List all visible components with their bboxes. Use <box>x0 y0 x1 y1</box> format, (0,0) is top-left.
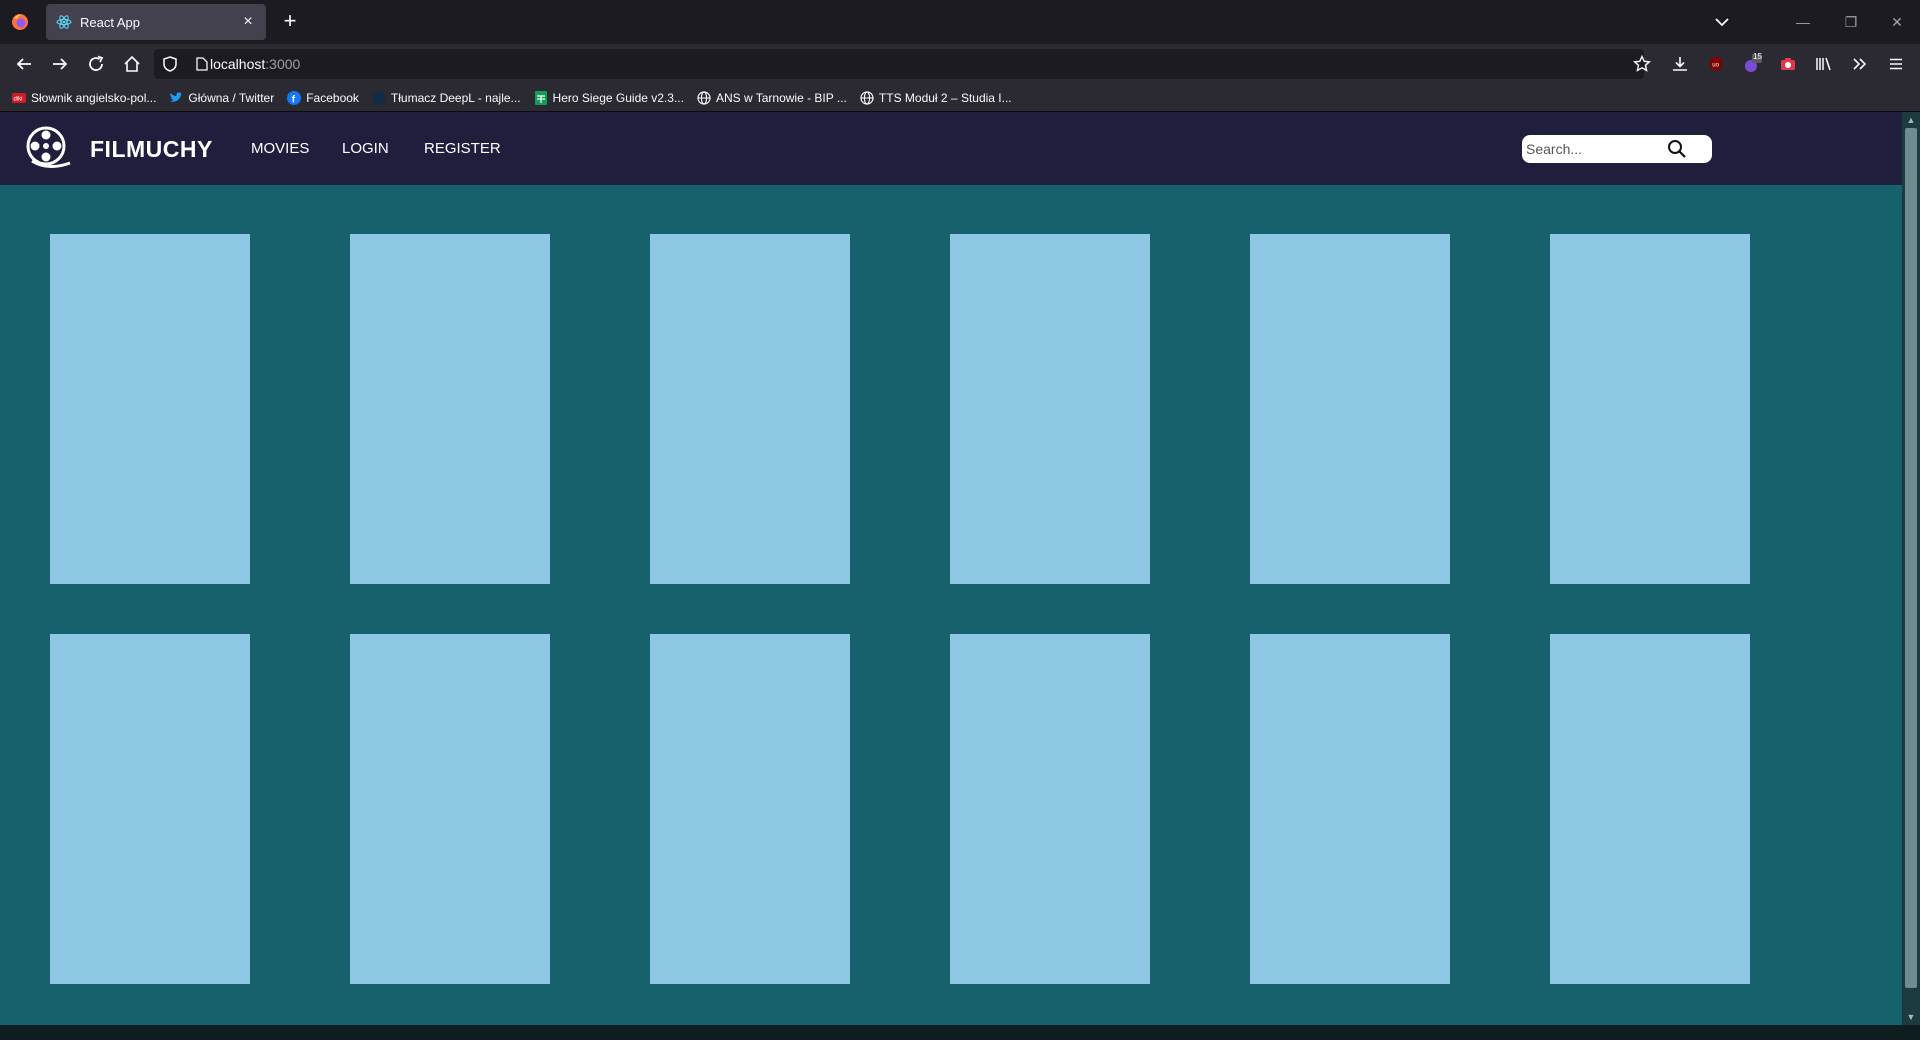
bookmark-label: Facebook <box>306 90 359 105</box>
close-window-button[interactable]: ✕ <box>1882 10 1912 34</box>
bookmark-item[interactable]: Hero Siege Guide v2.3... <box>534 90 684 105</box>
svg-text:uo: uo <box>1712 63 1719 69</box>
library-icon <box>1816 57 1831 71</box>
scroll-up-icon[interactable]: ▲ <box>1906 115 1916 125</box>
library-button[interactable] <box>1812 52 1836 76</box>
movie-card[interactable] <box>1250 634 1450 984</box>
sheets-icon <box>534 90 548 105</box>
bookmark-label: ANS w Tarnowie - BIP ... <box>715 90 847 105</box>
nav-login[interactable]: LOGIN <box>342 140 389 157</box>
deepl-icon <box>372 90 386 105</box>
react-icon <box>56 14 72 30</box>
page-icon[interactable] <box>196 57 208 71</box>
page-footer-strip <box>0 1025 1920 1040</box>
browser-navigation-bar: localhost:3000 uo 15 <box>0 44 1920 84</box>
nav-register[interactable]: REGISTER <box>424 140 501 157</box>
bookmark-item[interactable]: f Facebook <box>287 90 359 105</box>
arrow-left-icon <box>16 58 31 70</box>
twitter-icon <box>169 91 183 105</box>
film-reel-icon[interactable] <box>24 125 72 173</box>
screenshot-extension[interactable] <box>1776 52 1800 76</box>
star-icon <box>1633 55 1651 72</box>
movie-card[interactable] <box>1550 634 1750 984</box>
ublock-extension[interactable]: uo <box>1704 52 1728 76</box>
vertical-scrollbar[interactable]: ▲ ▼ <box>1902 112 1920 1025</box>
bookmark-item[interactable]: Główna / Twitter <box>169 91 274 105</box>
movie-card[interactable] <box>950 634 1150 984</box>
chevron-down-icon[interactable] <box>1710 12 1734 32</box>
facebook-icon: f <box>287 90 302 105</box>
movie-card[interactable] <box>50 634 250 984</box>
movie-card[interactable] <box>650 634 850 984</box>
shield-icon[interactable] <box>162 56 178 72</box>
forward-button[interactable] <box>48 52 72 76</box>
bookmarks-toolbar: diki Słownik angielsko-pol... Główna / T… <box>0 84 1920 112</box>
bookmark-label: Tłumacz DeepL - najle... <box>390 90 521 105</box>
url-port: :3000 <box>265 56 301 72</box>
page-viewport: FILMUCHY MOVIES LOGIN REGISTER ▲ ▼ <box>0 112 1920 1040</box>
bookmark-label: Główna / Twitter <box>188 90 275 105</box>
movie-card[interactable] <box>1550 234 1750 584</box>
movie-card[interactable] <box>650 234 850 584</box>
restore-button[interactable]: ❐ <box>1836 10 1866 34</box>
new-tab-button[interactable]: + <box>278 10 302 34</box>
svg-text:diki: diki <box>14 96 23 102</box>
bookmark-star-button[interactable] <box>1630 52 1654 76</box>
ublock-icon: uo <box>1710 57 1722 71</box>
bookmark-label: TTS Moduł 2 – Studia I... <box>878 90 1012 105</box>
close-tab-icon[interactable]: × <box>240 14 256 30</box>
home-icon <box>124 55 140 72</box>
diki-icon: diki <box>12 91 26 105</box>
bookmark-item[interactable]: TTS Moduł 2 – Studia I... <box>860 91 1012 105</box>
firefox-icon[interactable] <box>10 12 30 32</box>
browser-tab-bar: React App × + — ❐ ✕ <box>0 0 1920 44</box>
site-header: FILMUCHY MOVIES LOGIN REGISTER <box>0 112 1902 185</box>
search-input[interactable] <box>1526 141 1666 157</box>
hamburger-icon <box>1890 58 1902 70</box>
double-chevron-icon <box>1853 58 1867 70</box>
bookmark-label: Hero Siege Guide v2.3... <box>552 90 684 105</box>
url-bar[interactable]: localhost:3000 <box>154 49 1644 79</box>
bookmark-item[interactable]: diki Słownik angielsko-pol... <box>12 91 156 105</box>
movie-card[interactable] <box>950 234 1150 584</box>
scrollbar-thumb[interactable] <box>1905 128 1917 988</box>
back-button[interactable] <box>12 52 36 76</box>
movie-card[interactable] <box>350 634 550 984</box>
movie-card[interactable] <box>1250 234 1450 584</box>
browser-tab[interactable]: React App × <box>46 4 266 40</box>
brand-name[interactable]: FILMUCHY <box>90 136 213 163</box>
movie-card[interactable] <box>50 234 250 584</box>
globe-icon <box>860 90 874 105</box>
nav-movies[interactable]: MOVIES <box>251 140 309 157</box>
downloads-button[interactable] <box>1668 52 1692 76</box>
overflow-menu-button[interactable] <box>1848 52 1872 76</box>
app-menu-button[interactable] <box>1884 52 1908 76</box>
search-box <box>1522 135 1712 163</box>
globe-icon <box>697 90 711 105</box>
movie-card[interactable] <box>350 234 550 584</box>
search-button[interactable] <box>1665 137 1689 161</box>
bookmark-label: Słownik angielsko-pol... <box>31 90 157 105</box>
home-button[interactable] <box>120 52 144 76</box>
bookmark-item[interactable]: Tłumacz DeepL - najle... <box>372 90 521 105</box>
camera-icon <box>1781 58 1795 70</box>
arrow-right-icon <box>53 58 68 70</box>
download-icon <box>1673 57 1687 71</box>
search-icon <box>1668 140 1686 158</box>
minimize-button[interactable]: — <box>1788 10 1818 34</box>
extension-badge: 15 <box>1753 52 1762 61</box>
url-host: localhost <box>210 56 266 72</box>
reload-button[interactable] <box>84 52 108 76</box>
tab-title: React App <box>80 14 140 30</box>
scroll-down-icon[interactable]: ▼ <box>1906 1012 1916 1022</box>
bookmark-item[interactable]: ANS w Tarnowie - BIP ... <box>697 91 847 105</box>
reload-icon <box>89 55 104 71</box>
extension-button[interactable]: 15 <box>1740 52 1764 76</box>
